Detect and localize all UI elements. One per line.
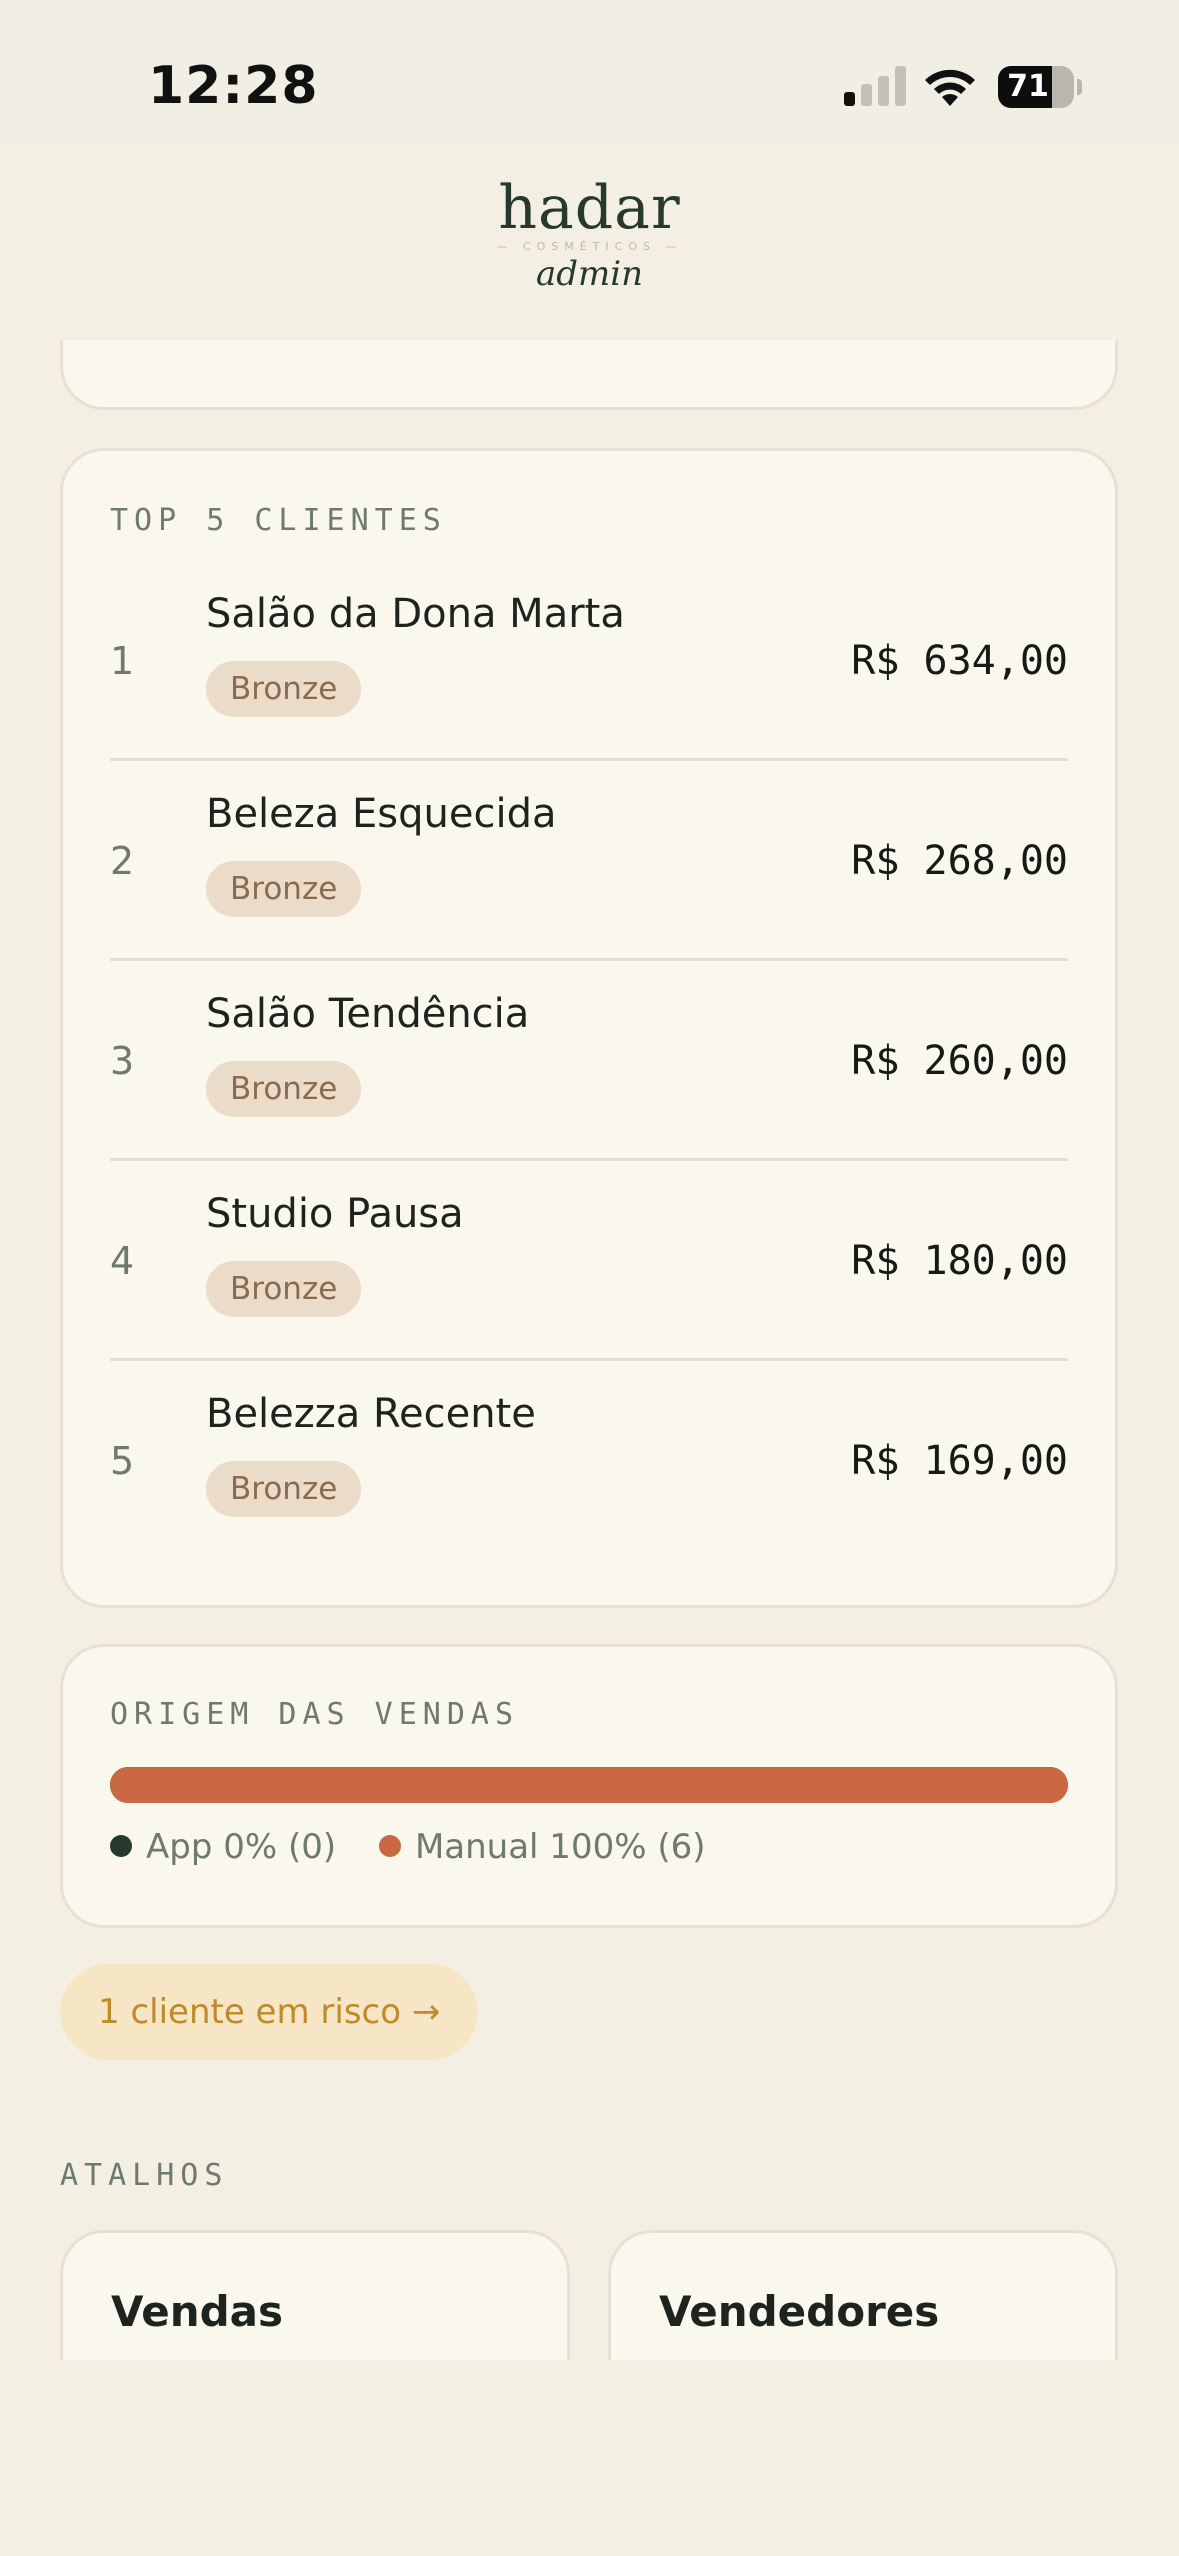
legend-manual: Manual 100% (6): [378, 1827, 706, 1867]
legend-app: App 0% (0): [110, 1827, 336, 1867]
logo-section-label: admin: [535, 254, 644, 294]
wifi-icon: [925, 69, 975, 106]
app-logo: hadar — COSMÉTICOS — admin: [0, 178, 1179, 294]
top-clients-title: TOP 5 CLIENTES: [110, 503, 447, 538]
legend-manual-label: Manual 100% (6): [414, 1827, 706, 1867]
tier-badge: Bronze: [206, 861, 362, 917]
cellular-signal-icon: [844, 66, 906, 106]
client-name: Studio Pausa: [206, 1191, 464, 1237]
client-row[interactable]: 2 Beleza Esquecida Bronze R$ 268,00: [110, 761, 1068, 961]
shortcut-sellers-label: Vendedores: [659, 2287, 940, 2336]
client-name: Beleza Esquecida: [206, 791, 557, 837]
manual-share-fill: [110, 1767, 1068, 1803]
tier-badge: Bronze: [206, 1461, 362, 1517]
manual-dot-icon: [378, 1834, 401, 1857]
client-rank: 5: [110, 1439, 135, 1483]
clients-at-risk-button[interactable]: 1 cliente em risco →: [60, 1964, 479, 2060]
shortcuts-title: ATALHOS: [60, 2158, 229, 2193]
client-rank: 4: [110, 1239, 135, 1283]
logo-tagline-text: COSMÉTICOS: [522, 240, 657, 253]
client-row[interactable]: 1 Salão da Dona Marta Bronze R$ 634,00: [110, 561, 1068, 761]
tier-badge: Bronze: [206, 1061, 362, 1117]
previous-card: [60, 340, 1118, 410]
tier-badge: Bronze: [206, 661, 362, 717]
client-rank: 2: [110, 839, 135, 883]
battery-nub: [1077, 79, 1082, 95]
app-dot-icon: [110, 1834, 132, 1857]
sales-origin-legend: App 0% (0) Manual 100% (6): [110, 1827, 737, 1867]
client-row[interactable]: 5 Belezza Recente Bronze R$ 169,00: [110, 1361, 1068, 1561]
battery-percentage: 71: [1007, 69, 1049, 104]
client-row[interactable]: 3 Salão Tendência Bronze R$ 260,00: [110, 961, 1068, 1161]
client-amount: R$ 169,00: [851, 1438, 1068, 1484]
logo-wordmark: hadar: [498, 173, 681, 243]
status-time: 12:28: [148, 56, 319, 116]
client-amount: R$ 260,00: [851, 1038, 1068, 1084]
client-rank: 3: [110, 1039, 135, 1083]
legend-app-label: App 0% (0): [146, 1827, 337, 1867]
client-amount: R$ 634,00: [851, 638, 1068, 684]
client-amount: R$ 268,00: [851, 838, 1068, 884]
shortcut-sales[interactable]: Vendas: [60, 2230, 570, 2360]
client-name: Belezza Recente: [206, 1391, 536, 1437]
status-bar: 12:28 71: [0, 0, 1179, 150]
top-clients-card: TOP 5 CLIENTES 1 Salão da Dona Marta Bro…: [60, 448, 1118, 1608]
battery-icon: 71: [998, 66, 1074, 108]
client-row[interactable]: 4 Studio Pausa Bronze R$ 180,00: [110, 1161, 1068, 1361]
sales-origin-bar: [110, 1767, 1068, 1803]
client-rank: 1: [110, 639, 135, 683]
sales-origin-title: ORIGEM DAS VENDAS: [110, 1697, 520, 1732]
tier-badge: Bronze: [206, 1261, 362, 1317]
client-name: Salão da Dona Marta: [206, 591, 625, 637]
sales-origin-card: ORIGEM DAS VENDAS App 0% (0) Manual 100%…: [60, 1644, 1118, 1928]
logo-tagline: — COSMÉTICOS —: [496, 240, 683, 253]
shortcut-sellers[interactable]: Vendedores: [608, 2230, 1118, 2360]
shortcut-sales-label: Vendas: [111, 2287, 283, 2336]
client-amount: R$ 180,00: [851, 1238, 1068, 1284]
client-name: Salão Tendência: [206, 991, 530, 1037]
